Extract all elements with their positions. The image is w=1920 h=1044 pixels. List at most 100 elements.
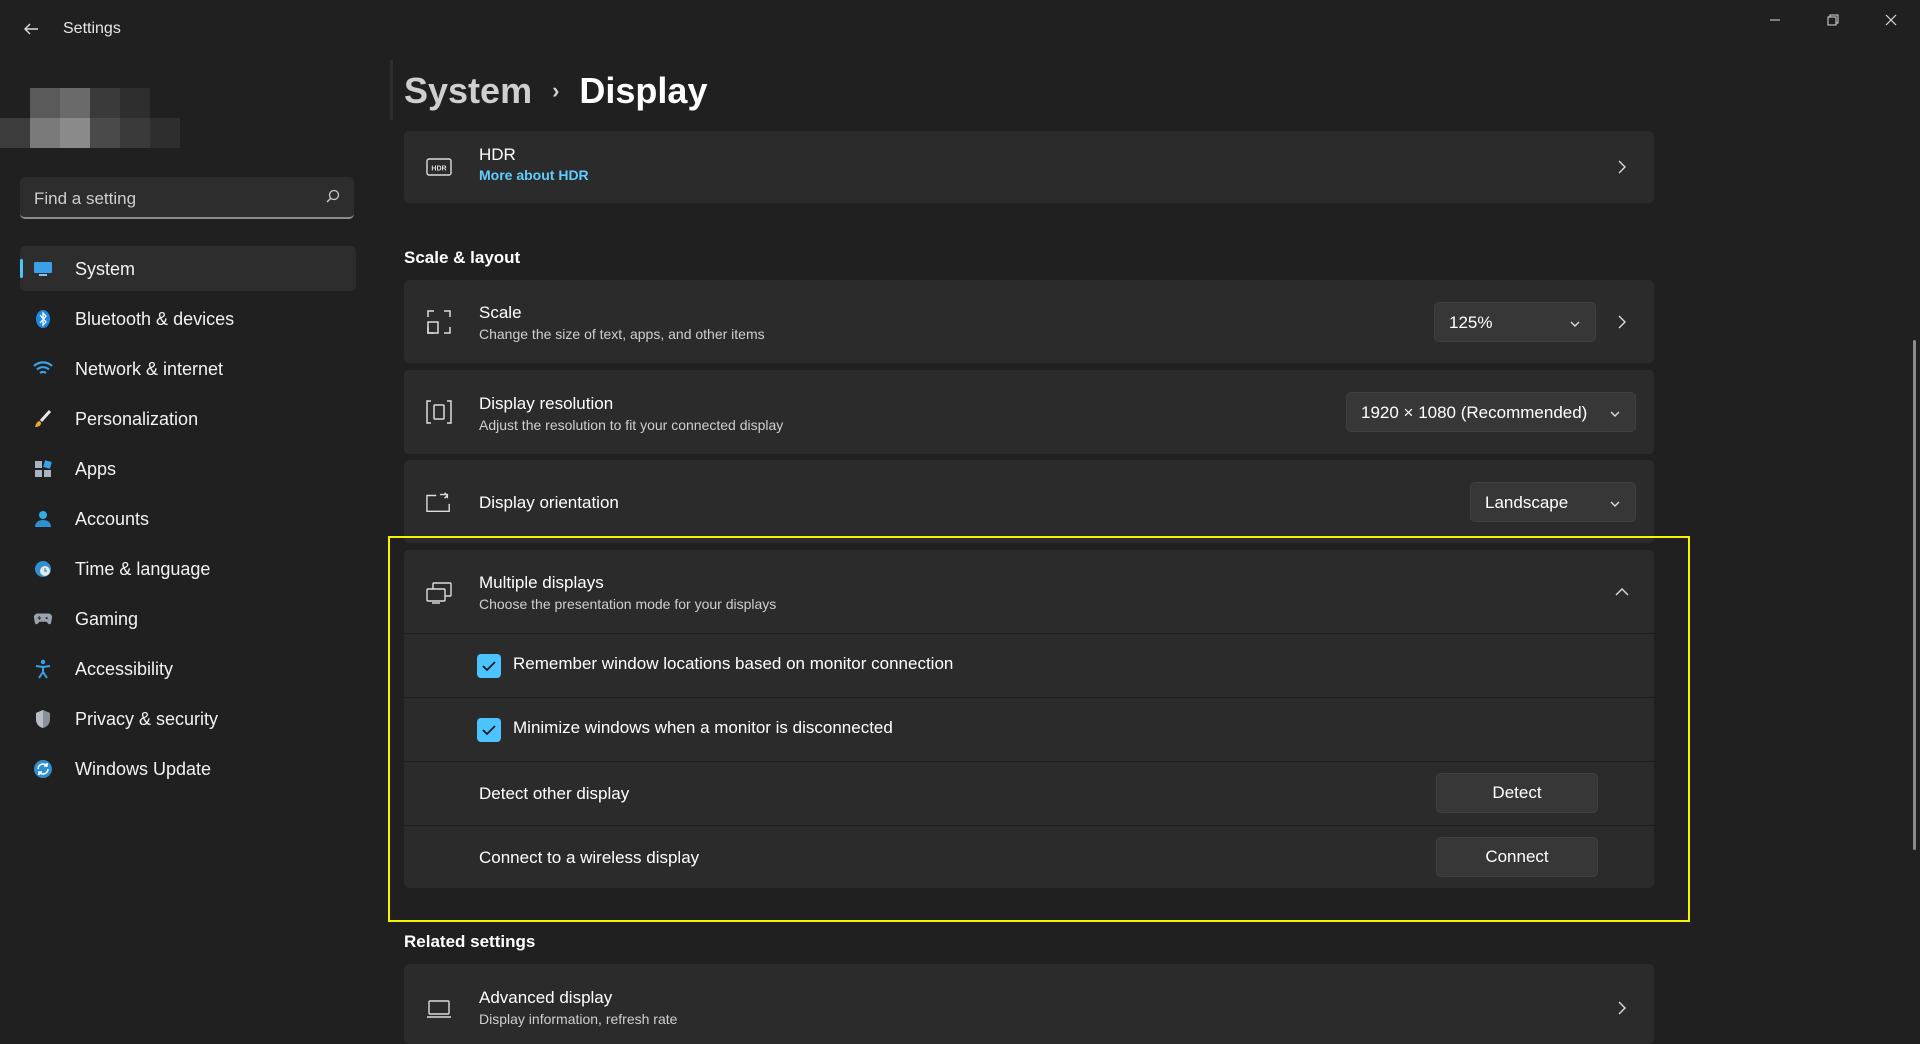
sidebar-item-label: System: [75, 259, 136, 279]
minimize-windows-label: Minimize windows when a monitor is disco…: [513, 718, 893, 737]
chevron-right-icon: [1614, 159, 1630, 175]
search-input[interactable]: [32, 187, 316, 211]
person-icon: [33, 509, 53, 529]
breadcrumb-parent[interactable]: System: [404, 70, 532, 111]
scale-value: 125%: [1449, 313, 1493, 332]
search-icon[interactable]: [326, 189, 340, 208]
sidebar-item-label: Bluetooth & devices: [75, 309, 235, 329]
chevron-right-icon: [1614, 1000, 1630, 1016]
orientation-dropdown[interactable]: Landscape: [1470, 482, 1636, 522]
remember-window-locations-label: Remember window locations based on monit…: [513, 654, 954, 673]
clock-globe-icon: [33, 559, 53, 579]
pane-divider: [390, 60, 393, 120]
sidebar-item-personalization[interactable]: Personalization: [20, 396, 356, 441]
laptop-icon: [426, 996, 452, 1022]
resolution-title: Display resolution: [479, 394, 614, 413]
chevron-down-icon: [1609, 405, 1621, 425]
chevron-up-icon[interactable]: [1614, 584, 1630, 600]
monitor-icon: [33, 259, 53, 279]
section-heading-related-settings: Related settings: [404, 932, 536, 951]
multiple-displays-title: Multiple displays: [479, 573, 604, 592]
advanced-display-subtitle: Display information, refresh rate: [479, 1011, 678, 1027]
hdr-card[interactable]: HDR HDR More about HDR: [404, 131, 1654, 203]
sidebar-item-apps[interactable]: Apps: [20, 446, 356, 491]
scrollbar-thumb[interactable]: [1913, 340, 1916, 850]
breadcrumb: System › Display: [404, 70, 707, 112]
connect-button[interactable]: Connect: [1436, 837, 1598, 877]
gamepad-icon: [33, 609, 53, 629]
sidebar-item-label: Personalization: [75, 409, 199, 429]
search-box[interactable]: [20, 177, 354, 219]
scale-title: Scale: [479, 303, 522, 322]
display-resolution-card: Display resolution Adjust the resolution…: [404, 370, 1654, 454]
sidebar-item-accessibility[interactable]: Accessibility: [20, 646, 356, 691]
multiple-displays-card: Multiple displays Choose the presentatio…: [404, 550, 1654, 888]
checkmark-icon: [482, 725, 496, 736]
scale-dropdown[interactable]: 125%: [1434, 302, 1596, 342]
advanced-display-card[interactable]: Advanced display Display information, re…: [404, 964, 1654, 1044]
multiple-displays-subtitle: Choose the presentation mode for your di…: [479, 596, 777, 612]
user-avatar[interactable]: [0, 88, 182, 150]
breadcrumb-separator: ›: [552, 78, 560, 103]
resolution-subtitle: Adjust the resolution to fit your connec…: [479, 417, 784, 433]
sidebar-item-label: Time & language: [75, 559, 211, 579]
chevron-down-icon: [1609, 495, 1621, 515]
hdr-more-link[interactable]: More about HDR: [479, 167, 589, 183]
sidebar-item-time-language[interactable]: Time & language: [20, 546, 356, 591]
wireless-display-label: Connect to a wireless display: [479, 848, 700, 867]
multiple-displays-header[interactable]: Multiple displays Choose the presentatio…: [404, 550, 1654, 633]
detect-button[interactable]: Detect: [1436, 773, 1598, 813]
minimize-windows-row: Minimize windows when a monitor is disco…: [404, 697, 1654, 761]
sidebar-item-accounts[interactable]: Accounts: [20, 496, 356, 541]
app-title: Settings: [63, 20, 121, 37]
advanced-display-title: Advanced display: [479, 988, 613, 1007]
bluetooth-icon: [33, 309, 53, 329]
multiple-displays-icon: [426, 580, 452, 606]
sidebar-item-system[interactable]: System: [20, 246, 356, 291]
update-icon: [33, 759, 53, 779]
resolution-value: 1920 × 1080 (Recommended): [1361, 403, 1588, 422]
sidebar-item-label: Privacy & security: [75, 709, 219, 729]
section-heading-scale-layout: Scale & layout: [404, 248, 521, 267]
sidebar-item-label: Windows Update: [75, 759, 212, 779]
display-orientation-card: Display orientation Landscape: [404, 460, 1654, 543]
detect-display-row: Detect other display Detect: [404, 761, 1654, 825]
detect-display-label: Detect other display: [479, 784, 630, 803]
sidebar-item-label: Network & internet: [75, 359, 224, 379]
sidebar-item-label: Apps: [75, 459, 117, 479]
hdr-title: HDR: [479, 145, 516, 164]
orientation-value: Landscape: [1485, 493, 1569, 512]
accessibility-icon: [33, 659, 53, 679]
orientation-icon: [426, 489, 452, 515]
brush-icon: [33, 409, 53, 429]
wifi-icon: [33, 359, 53, 379]
scale-icon: [426, 309, 452, 335]
svg-text:HDR: HDR: [431, 166, 446, 173]
sidebar-item-network[interactable]: Network & internet: [20, 346, 356, 391]
sidebar-item-privacy-security[interactable]: Privacy & security: [20, 696, 356, 741]
sidebar-item-gaming[interactable]: Gaming: [20, 596, 356, 641]
resolution-icon: [426, 399, 452, 425]
page-title: Display: [579, 70, 708, 111]
shield-icon: [33, 709, 53, 729]
wireless-display-row: Connect to a wireless display Connect: [404, 825, 1654, 889]
hdr-icon: HDR: [426, 154, 452, 180]
sidebar-item-windows-update[interactable]: Windows Update: [20, 746, 356, 791]
chevron-right-icon[interactable]: [1614, 314, 1630, 330]
sidebar-item-bluetooth[interactable]: Bluetooth & devices: [20, 296, 356, 341]
sidebar-item-label: Gaming: [75, 609, 139, 629]
remember-window-locations-checkbox[interactable]: [477, 654, 501, 678]
main-content: System › Display HDR HDR More about HDR Sc…: [404, 0, 1920, 1044]
back-button[interactable]: [14, 12, 48, 46]
minimize-windows-checkbox[interactable]: [477, 718, 501, 742]
apps-icon: [33, 459, 53, 479]
resolution-dropdown[interactable]: 1920 × 1080 (Recommended): [1346, 392, 1636, 432]
checkmark-icon: [482, 661, 496, 672]
sidebar-nav: System Bluetooth & devices Network & int…: [20, 246, 356, 796]
sidebar-item-label: Accessibility: [75, 659, 174, 679]
sidebar-item-label: Accounts: [75, 509, 150, 529]
scale-card[interactable]: Scale Change the size of text, apps, and…: [404, 280, 1654, 363]
back-arrow-icon: [24, 23, 38, 35]
scale-subtitle: Change the size of text, apps, and other…: [479, 326, 765, 342]
orientation-title: Display orientation: [479, 493, 619, 512]
